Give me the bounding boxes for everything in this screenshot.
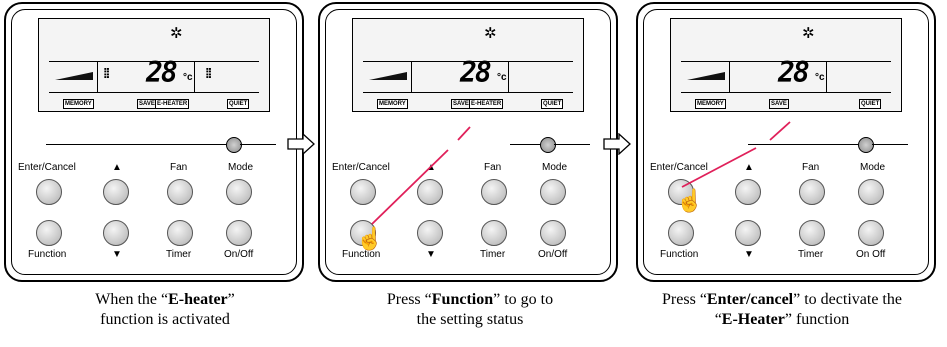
fan-speed-icon — [369, 72, 407, 80]
timer-button[interactable] — [799, 220, 825, 246]
on-off-button[interactable] — [858, 220, 884, 246]
temperature-readout: 28 — [460, 56, 492, 89]
save-tag: SAVE — [137, 99, 157, 109]
on-off-button[interactable] — [226, 220, 252, 246]
swing-left-icon: ⁞⁞ — [103, 65, 110, 81]
lcd-main-row: ⁞⁞ 28 °c ⁞⁞ — [49, 56, 259, 93]
down-label: ▼ — [112, 249, 122, 260]
pointing-hand-icon: ☝ — [356, 226, 384, 251]
timer-button[interactable] — [167, 220, 193, 246]
remote-panel-1: ✲ ⁞⁞ 28 °c ⁞⁞ MEMORY SAVE E-HEATER QUIET… — [4, 2, 304, 282]
fan-label: Fan — [802, 162, 820, 173]
caption-3: Press “Enter/cancel” to dectivate the “E… — [662, 291, 902, 328]
function-label: Function — [28, 249, 67, 260]
lcd-screen: ✲ 28 °c MEMORY SAVE E-HEATER QUIET — [352, 18, 584, 112]
on-off-label: On/Off — [224, 249, 254, 260]
enter-cancel-label: Enter/Cancel — [18, 162, 76, 173]
down-button[interactable] — [735, 220, 761, 246]
temperature-unit: °c — [815, 72, 825, 83]
memory-tag: MEMORY — [63, 99, 94, 109]
fan-button[interactable] — [481, 179, 507, 205]
fan-button[interactable] — [167, 179, 193, 205]
enter-cancel-button[interactable] — [36, 179, 62, 205]
mode-label: Mode — [542, 162, 568, 173]
sensor-icon — [858, 137, 874, 153]
e-heater-tag: E-HEATER — [155, 99, 190, 109]
pointing-hand-icon: ☝ — [676, 188, 704, 213]
timer-label: Timer — [798, 249, 824, 260]
down-button[interactable] — [103, 220, 129, 246]
lcd-main-row: 28 °c — [681, 56, 891, 93]
fan-speed-icon — [55, 72, 93, 80]
next-step-arrow-2 — [603, 133, 631, 155]
fan-label: Fan — [170, 162, 188, 173]
enter-cancel-label: Enter/Cancel — [332, 162, 390, 173]
sun-icon: ✲ — [170, 25, 183, 42]
mode-label: Mode — [860, 162, 886, 173]
remote-panel-2: ✲ 28 °c MEMORY SAVE E-HEATER QUIET Enter… — [318, 2, 618, 282]
temperature-unit: °c — [183, 72, 193, 83]
fan-label: Fan — [484, 162, 502, 173]
on-off-label: On/Off — [538, 249, 568, 260]
lcd-main-row: 28 °c — [363, 56, 573, 93]
down-label: ▼ — [744, 249, 754, 260]
memory-tag: MEMORY — [695, 99, 726, 109]
up-button[interactable] — [735, 179, 761, 205]
up-button[interactable] — [103, 179, 129, 205]
function-button[interactable] — [36, 220, 62, 246]
temperature-unit: °c — [497, 72, 507, 83]
up-label: ▲ — [744, 162, 754, 173]
temperature-readout: 28 — [778, 56, 810, 89]
down-label: ▼ — [426, 249, 436, 260]
remote-panel-3: ✲ 28 °c MEMORY SAVE QUIET Enter/Cancel ▲… — [636, 2, 936, 282]
enter-cancel-button[interactable] — [350, 179, 376, 205]
on-off-label: On Off — [856, 249, 886, 260]
mode-button[interactable] — [226, 179, 252, 205]
enter-cancel-label: Enter/Cancel — [650, 162, 708, 173]
mode-label: Mode — [228, 162, 254, 173]
quiet-tag: QUIET — [541, 99, 564, 109]
sensor-icon — [540, 137, 556, 153]
sensor-icon — [226, 137, 242, 153]
down-button[interactable] — [417, 220, 443, 246]
quiet-tag: QUIET — [859, 99, 882, 109]
save-tag: SAVE — [451, 99, 471, 109]
next-step-arrow-1 — [287, 133, 315, 155]
up-label: ▲ — [112, 162, 122, 173]
quiet-tag: QUIET — [227, 99, 250, 109]
function-label: Function — [660, 249, 699, 260]
save-tag: SAVE — [769, 99, 789, 109]
timer-label: Timer — [480, 249, 506, 260]
fan-speed-icon — [687, 72, 725, 80]
caption-2: Press “Function” to go to the setting st… — [386, 291, 554, 328]
swing-right-icon: ⁞⁞ — [205, 65, 212, 81]
function-button[interactable] — [668, 220, 694, 246]
fan-button[interactable] — [799, 179, 825, 205]
on-off-button[interactable] — [540, 220, 566, 246]
mode-button[interactable] — [540, 179, 566, 205]
lcd-screen: ✲ 28 °c MEMORY SAVE QUIET — [670, 18, 902, 112]
caption-1: When the “E-heater” function is activate… — [95, 291, 235, 328]
up-button[interactable] — [417, 179, 443, 205]
e-heater-tag: E-HEATER — [469, 99, 504, 109]
memory-tag: MEMORY — [377, 99, 408, 109]
temperature-readout: 28 — [146, 56, 178, 89]
mode-button[interactable] — [858, 179, 884, 205]
timer-label: Timer — [166, 249, 192, 260]
sun-icon: ✲ — [802, 25, 815, 42]
sun-icon: ✲ — [484, 25, 497, 42]
timer-button[interactable] — [481, 220, 507, 246]
up-label: ▲ — [426, 162, 436, 173]
lcd-screen: ✲ ⁞⁞ 28 °c ⁞⁞ MEMORY SAVE E-HEATER QUIET — [38, 18, 270, 112]
